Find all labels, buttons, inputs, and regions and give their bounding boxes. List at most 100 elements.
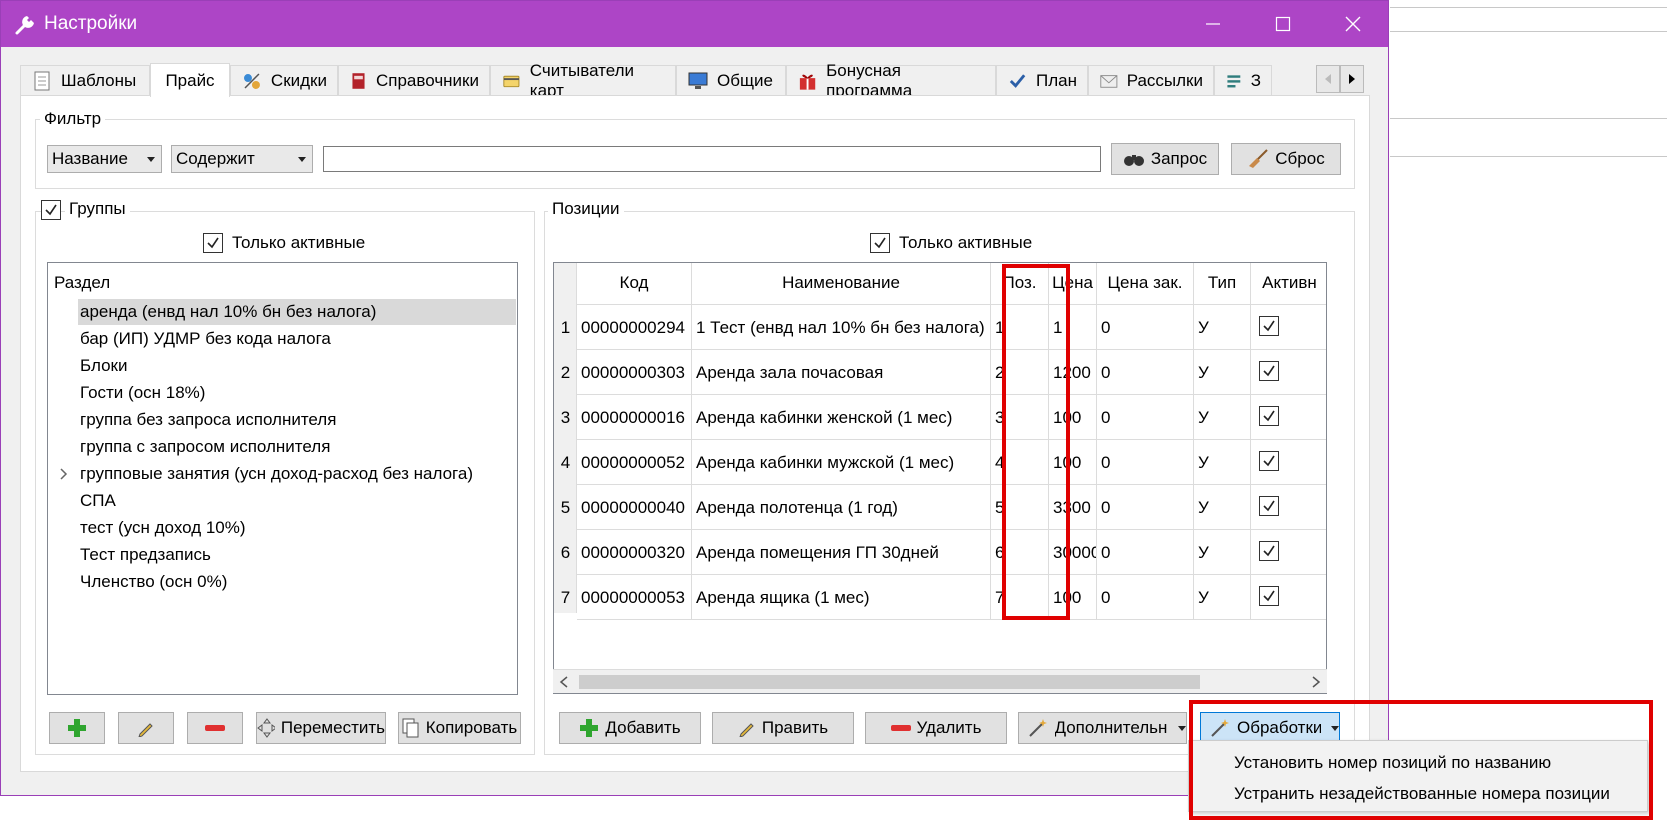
cell-name[interactable]: Аренда кабинки мужской (1 мес) [692,440,991,485]
cell-code[interactable]: 00000000053 [577,575,692,620]
copy-group-button[interactable]: Копировать [398,712,521,744]
row-active-checkbox[interactable] [1259,316,1279,336]
maximize-button[interactable] [1248,1,1318,47]
cell-cost[interactable]: 0 [1097,350,1194,395]
tree-item[interactable]: группа без запроса исполнителя [78,407,516,433]
cell-type[interactable]: У [1194,530,1251,575]
column-header-active[interactable]: Активн [1251,263,1326,305]
column-header-cost[interactable]: Цена зак. [1097,263,1194,305]
close-button[interactable] [1318,1,1388,47]
tree-item[interactable]: групповые занятия (усн доход-расход без … [78,461,516,487]
tab-plan[interactable]: План [996,65,1088,96]
cell-code[interactable]: 00000000320 [577,530,692,575]
groups-only-active-checkbox[interactable] [203,233,223,253]
tree-item[interactable]: группа с запросом исполнителя [78,434,516,460]
column-header-code[interactable]: Код [577,263,692,305]
row-active-checkbox[interactable] [1259,586,1279,606]
cell-code[interactable]: 00000000040 [577,485,692,530]
tab-more[interactable]: З [1214,65,1272,96]
cell-type[interactable]: У [1194,485,1251,530]
monitor-icon [688,72,708,89]
cell-type[interactable]: У [1194,395,1251,440]
filter-condition-combo[interactable]: Содержит [171,145,313,173]
cell-name[interactable]: 1 Тест (енвд нал 10% бн без налога) [692,305,991,350]
maximize-icon [1275,16,1291,32]
minimize-button[interactable] [1178,1,1248,47]
filter-field-combo[interactable]: Название [47,145,162,173]
window-title: Настройки [44,13,138,34]
tab-templates[interactable]: Шаблоны [20,65,150,96]
add-position-button[interactable]: Добавить [559,712,701,744]
tab-discounts[interactable]: Скидки [230,65,338,96]
cell-type[interactable]: У [1194,305,1251,350]
cell-name[interactable]: Аренда помещения ГП 30дней [692,530,991,575]
tree-item[interactable]: Тест предзапись [78,542,516,568]
edit-group-button[interactable] [118,712,174,744]
tab-scroll-right[interactable] [1340,65,1364,93]
tree-item[interactable]: бар (ИП) УДМР без кода налога [78,326,516,352]
tree-item[interactable]: аренда (енвд нал 10% бн без налога) [78,299,516,325]
filter-query-input[interactable] [323,146,1101,172]
cell-active [1251,530,1326,575]
tab-card-readers[interactable]: Считыватели карт [490,61,676,100]
cell-code[interactable]: 00000000294 [577,305,692,350]
row-active-checkbox[interactable] [1259,406,1279,426]
row-active-checkbox[interactable] [1259,451,1279,471]
row-active-checkbox[interactable] [1259,496,1279,516]
tab-scroll-left[interactable] [1316,65,1340,93]
chevron-right-icon[interactable] [58,461,70,487]
tree-item[interactable]: Гости (осн 18%) [78,380,516,406]
tab-general[interactable]: Общие [676,65,786,96]
tab-mailings[interactable]: Рассылки [1088,65,1214,96]
tab-price[interactable]: Прайс [150,63,230,97]
tree-item[interactable]: Блоки [78,353,516,379]
tree-item[interactable]: Членство (осн 0%) [78,569,516,595]
tree-item[interactable]: тест (усн доход 10%) [78,515,516,541]
scrollbar-thumb[interactable] [579,675,1200,689]
cell-cost[interactable]: 0 [1097,395,1194,440]
check-icon [1009,74,1026,88]
cell-name[interactable]: Аренда зала почасовая [692,350,991,395]
row-active-checkbox[interactable] [1259,361,1279,381]
cell-type[interactable]: У [1194,575,1251,620]
grid-horizontal-scrollbar[interactable] [553,669,1327,693]
cell-code[interactable]: 00000000016 [577,395,692,440]
groups-checkbox[interactable] [41,200,61,220]
cell-code[interactable]: 00000000052 [577,440,692,485]
checkmark-icon [45,204,57,216]
cell-active [1251,395,1326,440]
add-group-button[interactable] [49,712,105,744]
edit-position-button[interactable]: Править [712,712,854,744]
checkmark-icon [1263,455,1275,467]
chevron-left-icon[interactable] [559,676,569,688]
delete-position-button[interactable]: Удалить [865,712,1007,744]
row-active-checkbox[interactable] [1259,541,1279,561]
tree-column-header: Раздел [54,273,111,292]
column-header-name[interactable]: Наименование [692,263,991,305]
extra-button[interactable]: Дополнительно [1018,712,1187,744]
cell-cost[interactable]: 0 [1097,440,1194,485]
cell-name[interactable]: Аренда полотенца (1 год) [692,485,991,530]
cell-cost[interactable]: 0 [1097,575,1194,620]
list-icon [1227,75,1241,88]
tab-bonus-program[interactable]: Бонусная программа [786,61,996,100]
move-group-button[interactable]: Переместить [256,712,386,744]
cell-type[interactable]: У [1194,440,1251,485]
delete-group-button[interactable] [187,712,243,744]
pencil-icon [138,723,153,737]
row-number: 7 [560,588,571,607]
cell-cost[interactable]: 0 [1097,305,1194,350]
tab-references[interactable]: Справочники [338,65,490,96]
chevron-right-icon[interactable] [1311,676,1321,688]
cell-name[interactable]: Аренда ящика (1 мес) [692,575,991,620]
cell-code[interactable]: 00000000303 [577,350,692,395]
positions-only-active-checkbox[interactable] [870,233,890,253]
cell-cost[interactable]: 0 [1097,485,1194,530]
cell-cost[interactable]: 0 [1097,530,1194,575]
column-header-type[interactable]: Тип [1194,263,1251,305]
query-button[interactable]: Запрос [1111,143,1219,175]
reset-button[interactable]: Сброс [1231,143,1341,175]
tree-item[interactable]: СПА [78,488,516,514]
cell-type[interactable]: У [1194,350,1251,395]
cell-name[interactable]: Аренда кабинки женской (1 мес) [692,395,991,440]
